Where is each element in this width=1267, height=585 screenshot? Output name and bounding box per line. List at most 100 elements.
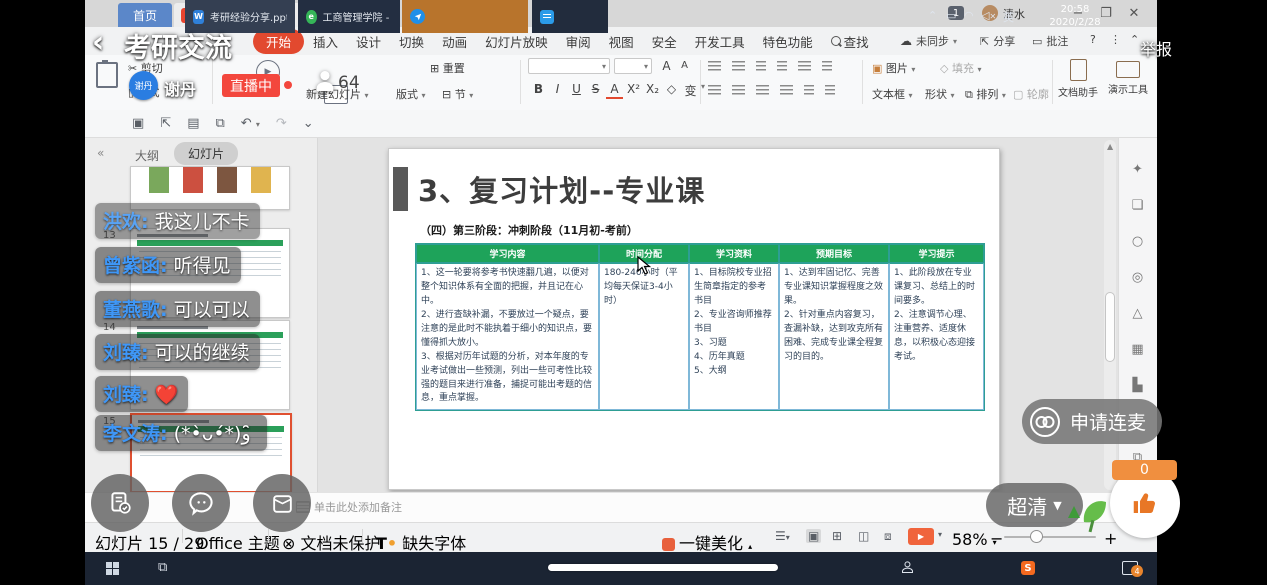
font-size-select[interactable]: ▾ xyxy=(614,58,652,74)
slide-title[interactable]: 3、复习计划--专业课 xyxy=(418,168,705,210)
align-center-icon[interactable] xyxy=(732,85,745,95)
subscript-button[interactable]: X₂ xyxy=(644,82,661,99)
print-preview-icon[interactable]: ⧉ xyxy=(216,116,225,131)
columns-icon[interactable] xyxy=(825,85,835,95)
justify-icon[interactable] xyxy=(780,85,793,95)
collapse-ribbon-icon[interactable]: ⌃ xyxy=(1130,33,1139,46)
font-name-select[interactable]: ▾ xyxy=(528,58,610,74)
save-icon[interactable]: ▣ xyxy=(132,116,144,131)
export-icon[interactable]: ⇱ xyxy=(160,116,171,131)
ribbon-tab-features[interactable]: 特色功能 xyxy=(754,29,822,54)
missing-font-status[interactable]: T• 缺失字体 xyxy=(376,530,466,554)
start-button[interactable] xyxy=(106,562,119,575)
shapes-button[interactable]: 形状 ▾ xyxy=(925,86,955,102)
text-box-button[interactable]: 文本框 ▾ xyxy=(872,86,913,102)
people-tray-icon[interactable] xyxy=(900,560,915,575)
wifi-tray-icon[interactable]: ◠ xyxy=(964,9,974,22)
share-button[interactable]: ⇱分享 xyxy=(980,33,1015,49)
zoom-out-button[interactable]: − xyxy=(990,529,1003,548)
increase-indent-icon[interactable] xyxy=(777,61,787,71)
slide-subtitle[interactable]: （四）第三阶段：冲刺阶段（11月初-考前） xyxy=(420,222,638,238)
input-language-indicator[interactable]: 英 xyxy=(1003,9,1014,25)
notification-center-button[interactable]: 4 xyxy=(1122,560,1138,579)
zoom-slider-track[interactable] xyxy=(1004,536,1096,538)
sync-status[interactable]: ☁ 未同步▾ xyxy=(900,33,957,49)
taskbar-browser-task[interactable]: e 工商管理学院 - 36... xyxy=(298,0,400,33)
decrease-font-icon[interactable]: A xyxy=(676,60,693,71)
fill-button[interactable]: ◇ 填充 ▾ xyxy=(940,60,981,76)
highlight-icon[interactable]: ◇ xyxy=(663,82,680,99)
superscript-button[interactable]: X² xyxy=(625,82,642,99)
chart-panel-icon[interactable]: ▙ xyxy=(1118,378,1157,393)
table-panel-icon[interactable]: ▦ xyxy=(1118,342,1157,357)
doc-assistant-button[interactable]: 文档助手 xyxy=(1058,59,1098,99)
italic-button[interactable]: I xyxy=(549,82,566,99)
comment-button[interactable]: ▭批注 xyxy=(1032,33,1068,49)
distribute-icon[interactable] xyxy=(804,85,814,95)
section-button[interactable]: ⊟ 节 ▾ xyxy=(442,86,473,102)
customize-toolbar-icon[interactable]: ⌄ xyxy=(303,116,314,131)
arrange-button[interactable]: ⧉ 排列 ▾ xyxy=(965,86,1006,102)
numbering-icon[interactable] xyxy=(732,61,745,71)
scroll-up-icon[interactable]: ▲ xyxy=(1107,142,1113,151)
align-right-icon[interactable] xyxy=(756,85,769,95)
text-effects-button[interactable]: 变 xyxy=(682,82,699,99)
collapse-panel-icon[interactable]: « xyxy=(97,146,104,160)
vertical-scrollbar-thumb[interactable] xyxy=(1105,292,1115,362)
more-menu-icon[interactable]: ⋮ xyxy=(1110,33,1121,46)
taskbar-clock[interactable]: 20:58 2020/2/28 xyxy=(1040,4,1110,29)
host-avatar[interactable]: 谢丹 xyxy=(129,71,158,100)
tab-slides[interactable]: 幻灯片 xyxy=(174,142,238,165)
reset-button[interactable]: ⊞ 重置 xyxy=(430,60,465,76)
undo-icon[interactable]: ↶ ▾ xyxy=(241,116,260,131)
ribbon-tab-security[interactable]: 安全 xyxy=(643,29,686,54)
sogou-tray-icon[interactable]: S xyxy=(1021,561,1035,575)
slide-table[interactable]: 学习内容 时间分配 学习资料 预期目标 学习提示 1、这一轮要将参考书快速翻几遍… xyxy=(415,243,985,411)
slide-sorter-icon[interactable]: ⊞ xyxy=(832,529,842,543)
shape-panel-icon[interactable]: ○ xyxy=(1118,234,1157,249)
slideshow-play-button[interactable]: ▶ xyxy=(908,528,934,545)
help-button[interactable]: ? xyxy=(1090,33,1096,46)
transform-panel-icon[interactable]: ❏ xyxy=(1118,198,1157,213)
protection-status[interactable]: ⊗ 文档未保护 xyxy=(282,530,381,554)
find-button[interactable]: 查找 xyxy=(822,29,878,54)
normal-view-icon[interactable]: ▣ xyxy=(806,529,821,543)
strikethrough-button[interactable]: S xyxy=(587,82,604,99)
print-icon[interactable]: ▤ xyxy=(187,116,199,131)
stream-progress-bar[interactable] xyxy=(548,564,778,571)
display-tray-icon[interactable]: ▭ xyxy=(946,9,956,22)
task-view-icon[interactable]: ⧉ xyxy=(158,560,167,575)
chat-input-button[interactable] xyxy=(172,474,230,532)
back-button[interactable]: ‹ xyxy=(92,28,104,58)
taskbar-docs-task[interactable] xyxy=(532,0,608,33)
present-tools-button[interactable]: 演示工具 xyxy=(1108,61,1148,96)
mic-request-button[interactable]: 申请连麦 xyxy=(1022,399,1162,444)
report-button[interactable]: 举报 xyxy=(1140,36,1172,60)
beautify-button[interactable]: 一键美化 ▴ xyxy=(662,530,752,554)
bullets-icon[interactable] xyxy=(708,61,721,71)
line-spacing-icon[interactable] xyxy=(798,61,811,71)
align-left-icon[interactable] xyxy=(708,85,721,95)
badge-panel-icon[interactable]: ◎ xyxy=(1118,270,1157,285)
redo-icon[interactable]: ↷ xyxy=(276,116,287,131)
view-menu-icon[interactable]: ☰▾ xyxy=(775,529,790,543)
signin-task-button[interactable] xyxy=(91,474,149,532)
outline-button[interactable]: ▢ 轮廓 xyxy=(1013,86,1049,102)
muted-speaker-icon[interactable]: ◁✕ xyxy=(981,9,996,22)
underline-button[interactable]: U xyxy=(568,82,585,99)
layout-button[interactable]: 版式 ▾ xyxy=(396,86,426,102)
play-options-icon[interactable]: ▾ xyxy=(938,530,942,539)
zoom-slider-knob[interactable] xyxy=(1030,530,1043,543)
picture-button[interactable]: ▣ 图片 ▾ xyxy=(872,60,915,76)
reading-view-icon[interactable]: ◫ xyxy=(858,529,869,543)
paste-button[interactable] xyxy=(96,62,118,88)
presenter-view-icon[interactable]: ⧈ xyxy=(884,529,892,544)
hidden-icons-chevron[interactable]: ⌃ xyxy=(928,9,937,22)
gift-box-button[interactable] xyxy=(253,474,311,532)
bold-button[interactable]: B xyxy=(530,82,547,99)
decrease-indent-icon[interactable] xyxy=(756,61,766,71)
tab-outline[interactable]: 大纲 xyxy=(135,147,159,164)
font-color-button[interactable]: A xyxy=(606,82,623,99)
close-button[interactable]: ✕ xyxy=(1122,3,1146,23)
tab-home[interactable]: 首页 xyxy=(118,3,172,27)
